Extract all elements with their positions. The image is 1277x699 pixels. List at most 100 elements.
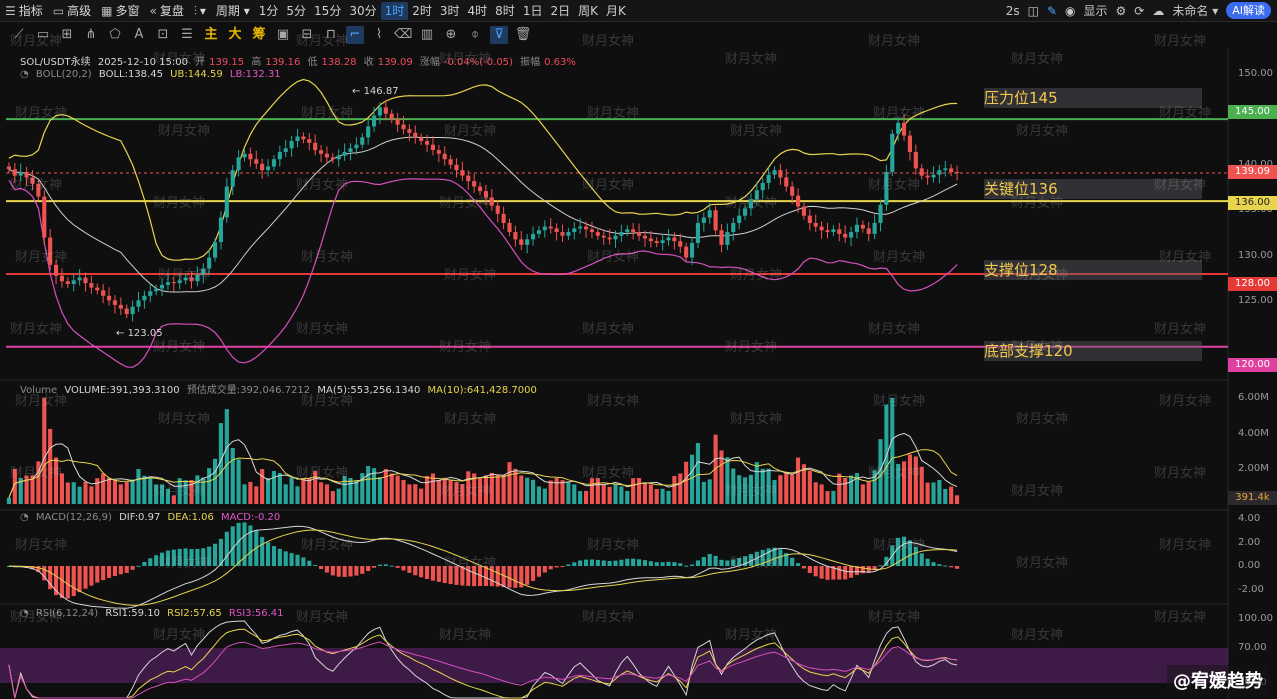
camera-icon[interactable]: ◫ [1028,4,1039,18]
rectangle-tool-icon[interactable]: ▭ [34,26,52,44]
list-tool-icon[interactable]: ☰ [178,26,196,44]
settings-icon[interactable]: ⚙ [1116,4,1127,18]
brush-tool-icon[interactable]: ⌇ [370,26,388,44]
candle-body [666,237,671,241]
candle-body [171,282,176,284]
boll-mid-line [8,136,958,293]
candle-body [283,148,288,152]
volume-bar [866,481,871,504]
timeframe-12[interactable]: 月K [602,2,630,20]
macd-bar [719,559,724,566]
picture-tool-icon[interactable]: ▣ [274,26,292,44]
macd-bar [536,566,542,577]
candle-body [336,155,341,160]
timeframe-10[interactable]: 2日 [546,2,574,20]
eraser-tool-icon[interactable]: ⌫ [394,26,412,44]
clear-tool-icon[interactable]: ⌽ [466,26,484,44]
macd-bar [949,566,954,568]
delete-tool-icon[interactable]: 🗑 [514,26,532,44]
macd-bar [354,566,359,576]
volume-bar [925,482,930,504]
period-button[interactable]: 周期 ▾ [211,2,255,20]
price-chart[interactable] [0,48,1277,699]
timeframe-1[interactable]: 5分 [282,2,310,20]
timeframe-7[interactable]: 4时 [464,2,492,20]
resistance-annotation[interactable]: 压力位145 [984,88,1202,108]
macd-bar [466,566,471,586]
main-force-button[interactable]: 主 [202,26,220,44]
pen-icon[interactable]: ✎ [1047,4,1057,18]
ruler-tool-icon[interactable]: ⊡ [154,26,172,44]
volume-bar [631,478,636,504]
candle-body [48,237,53,265]
display-button[interactable]: 显示 [1084,2,1108,19]
select-tool-icon[interactable]: ⌐ [346,26,364,44]
big-order-button[interactable]: 大 [226,26,244,44]
volume-bar [507,462,512,504]
advanced-button[interactable]: ▭ 高级 [48,2,96,20]
text-tool-icon[interactable]: A [130,26,148,44]
replay-button[interactable]: «复盘 [145,2,189,20]
volume-bar [954,495,960,504]
bell-icon[interactable]: ◔ [20,69,29,80]
volume-bar [354,480,359,504]
hide-tool-icon[interactable]: ▥ [418,26,436,44]
shape-tool-icon[interactable]: ⬠ [106,26,124,44]
cloud-icon[interactable]: ☁ [1152,4,1164,18]
macd-bar [713,555,718,566]
timeframe-8[interactable]: 8时 [491,2,519,20]
timeframe-9[interactable]: 1日 [519,2,547,20]
timeframe-2[interactable]: 15分 [310,2,345,20]
macd-bar [954,566,960,569]
indicator-button[interactable]: ☰ 指标 [0,2,48,20]
account-button[interactable]: 未命名 ▾ [1172,2,1218,19]
macd-bar [648,561,653,566]
macd-bar [124,566,129,573]
multi-window-button[interactable]: ▦ 多窗 [96,2,144,20]
support-annotation[interactable]: 支撑位128 [984,260,1202,280]
filter-tool-icon[interactable]: ⊽ [490,26,508,44]
refresh-rate[interactable]: 2s [1006,4,1020,18]
candle-body [460,170,465,176]
macd-bar [336,566,341,577]
line-tool-icon[interactable]: ⟋ [10,26,28,44]
timeframe-4[interactable]: 1时 [380,1,409,20]
volume-bar [701,481,706,504]
candle-body [725,232,730,245]
candle-body [607,237,612,240]
bottom-support-annotation[interactable]: 底部支撑120 [984,341,1202,361]
pitchfork-tool-icon[interactable]: ⋔ [82,26,100,44]
candle-body [401,124,406,130]
macd-bar [177,548,182,566]
key-level-annotation[interactable]: 关键位136 [984,179,1202,199]
volume-axis-tick: 2.00M [1238,463,1269,474]
timeframe-5[interactable]: 2时 [408,2,436,20]
bell-icon[interactable]: ◔ [20,512,29,523]
fib-tool-icon[interactable]: ⊞ [58,26,76,44]
macd-bar [513,566,518,588]
timeframe-0[interactable]: 1分 [255,2,283,20]
candle-body [419,137,424,142]
bell-icon[interactable]: ◔ [20,608,29,619]
timeframe-6[interactable]: 3时 [436,2,464,20]
ai-interpret-button[interactable]: AI解读 [1226,2,1271,19]
macd-bar [560,566,565,567]
volume-bar [548,480,553,504]
chart-type-button[interactable]: ⫶ ▾ [189,2,211,20]
chips-button[interactable]: 筹 [250,26,268,44]
measure-tool-icon[interactable]: ⊟ [298,26,316,44]
volume-bar [907,454,913,504]
timeframe-11[interactable]: 周K [574,2,602,20]
candle-body [843,233,848,238]
macd-bar [189,549,194,566]
eye-icon[interactable]: ◉ [1065,4,1075,18]
lock-tool-icon[interactable]: ⊕ [442,26,460,44]
macd-bar [843,566,848,580]
brand-label: @宥媛趋势 [1167,665,1269,695]
candle-body [731,222,736,233]
magnet-tool-icon[interactable]: ⊓ [322,26,340,44]
redo-icon[interactable]: ⟳ [1134,4,1144,18]
volume-bar [477,477,483,504]
timeframe-3[interactable]: 30分 [345,2,380,20]
candle-body [95,287,100,291]
